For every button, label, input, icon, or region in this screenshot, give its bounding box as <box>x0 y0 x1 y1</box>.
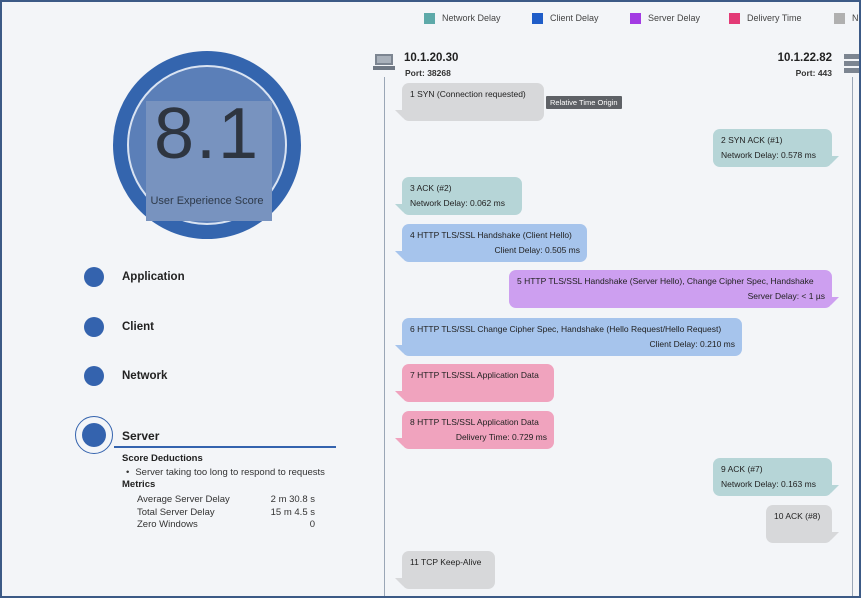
packet-message-8[interactable]: 8 HTTP TLS/SSL Application Data Delivery… <box>395 411 554 449</box>
packet-message-9[interactable]: 9 ACK (#7) Network Delay: 0.163 ms <box>713 458 839 496</box>
metric-row: Average Server Delay 2 m 30.8 s <box>122 494 342 507</box>
computer-icon <box>373 54 395 70</box>
metrics-list: Average Server Delay 2 m 30.8 s Total Se… <box>122 494 342 532</box>
message-title: 7 HTTP TLS/SSL Application Data <box>410 370 539 380</box>
legend-network-delay: Network Delay <box>424 11 501 25</box>
category-label: Application <box>122 271 185 283</box>
packet-message-5[interactable]: 5 HTTP TLS/SSL Handshake (Server Hello),… <box>509 270 839 308</box>
category-client[interactable]: Client <box>84 317 154 337</box>
legend-client-delay: Client Delay <box>532 11 599 25</box>
message-title: 4 HTTP TLS/SSL Handshake (Client Hello) <box>410 230 572 240</box>
packet-message-3[interactable]: 3 ACK (#2) Network Delay: 0.062 ms <box>395 177 522 215</box>
message-delay: Delivery Time: 0.729 ms <box>455 432 547 442</box>
deduction-item: Server taking too long to respond to req… <box>122 467 342 478</box>
legend-label: Network Delay <box>442 13 501 23</box>
status-dot-icon <box>84 317 104 337</box>
server-host-ip: 10.1.22.82 <box>777 52 832 64</box>
category-server-label[interactable]: Server <box>122 429 159 443</box>
status-dot-icon <box>84 267 104 287</box>
message-delay: Client Delay: 0.505 ms <box>494 245 580 255</box>
metric-value: 0 <box>309 519 315 530</box>
packet-message-1[interactable]: 1 SYN (Connection requested) <box>395 83 544 121</box>
metrics-heading: Metrics <box>122 479 156 490</box>
packet-message-7[interactable]: 7 HTTP TLS/SSL Application Data <box>395 364 554 402</box>
message-title: 10 ACK (#8) <box>774 511 821 521</box>
score-value: 8.1 <box>153 94 261 174</box>
legend-delivery-time: Delivery Time <box>729 11 802 25</box>
legend-swatch <box>729 12 740 24</box>
server-host-port: Port: 443 <box>795 68 832 78</box>
metric-row: Zero Windows 0 <box>122 519 342 532</box>
server-icon <box>844 54 859 73</box>
packet-message-10[interactable]: 10 ACK (#8) <box>766 505 839 543</box>
legend-label: Client Delay <box>550 13 599 23</box>
server-timeline <box>852 77 853 596</box>
message-title: 11 TCP Keep-Alive <box>410 557 482 567</box>
score-label: User Experience Score <box>150 195 264 207</box>
legend-label: N <box>852 13 859 23</box>
legend-swatch <box>424 12 435 24</box>
metric-name: Zero Windows <box>137 519 198 530</box>
message-delay: Network Delay: 0.578 ms <box>721 150 816 160</box>
category-label: Client <box>122 321 154 333</box>
client-host-ip: 10.1.20.30 <box>404 52 459 64</box>
category-application[interactable]: Application <box>84 267 185 287</box>
score-deductions-heading: Score Deductions <box>122 453 203 464</box>
metric-name: Average Server Delay <box>137 494 230 505</box>
message-title: 9 ACK (#7) <box>721 464 763 474</box>
packet-message-11[interactable]: 11 TCP Keep-Alive <box>395 551 495 589</box>
selected-underline <box>114 446 336 448</box>
message-delay: Network Delay: 0.062 ms <box>410 198 505 208</box>
legend-label: Server Delay <box>648 13 701 23</box>
app-frame: Network Delay Client Delay Server Delay … <box>0 0 861 598</box>
server-details-panel: Score Deductions Server taking too long … <box>122 452 342 532</box>
category-server-selected[interactable] <box>75 416 113 454</box>
client-timeline <box>384 77 385 596</box>
message-title: 6 HTTP TLS/SSL Change Cipher Spec, Hands… <box>410 324 722 334</box>
message-delay: Network Delay: 0.163 ms <box>721 479 816 489</box>
message-title: 1 SYN (Connection requested) <box>410 89 526 99</box>
packet-message-6[interactable]: 6 HTTP TLS/SSL Change Cipher Spec, Hands… <box>395 318 742 356</box>
message-title: 8 HTTP TLS/SSL Application Data <box>410 417 539 427</box>
legend-swatch <box>630 12 641 24</box>
metric-value: 15 m 4.5 s <box>270 506 315 518</box>
category-network[interactable]: Network <box>84 366 167 386</box>
message-title: 5 HTTP TLS/SSL Handshake (Server Hello),… <box>517 276 814 286</box>
metric-value: 2 m 30.8 s <box>270 494 315 505</box>
status-dot-icon <box>84 366 104 386</box>
message-title: 2 SYN ACK (#1) <box>721 135 783 145</box>
delay-legend: Network Delay Client Delay Server Delay … <box>420 11 859 27</box>
relative-time-origin-tag: Relative Time Origin <box>546 96 622 109</box>
user-experience-score-ring: 8.1 User Experience Score <box>113 51 301 239</box>
score-inner-circle: 8.1 User Experience Score <box>127 65 287 225</box>
message-title: 3 ACK (#2) <box>410 183 452 193</box>
metric-row: Total Server Delay 15 m 4.5 s <box>122 507 342 520</box>
client-host-port: Port: 38268 <box>405 68 451 78</box>
legend-swatch <box>532 12 543 24</box>
packet-message-2[interactable]: 2 SYN ACK (#1) Network Delay: 0.578 ms <box>713 129 839 167</box>
legend-truncated: N <box>834 11 859 25</box>
legend-label: Delivery Time <box>747 13 802 23</box>
status-dot-icon <box>82 423 106 447</box>
metric-name: Total Server Delay <box>137 506 215 518</box>
message-delay: Server Delay: < 1 µs <box>747 291 825 301</box>
message-delay: Client Delay: 0.210 ms <box>649 339 735 349</box>
legend-server-delay: Server Delay <box>630 11 700 25</box>
category-label: Network <box>122 370 168 382</box>
packet-message-4[interactable]: 4 HTTP TLS/SSL Handshake (Client Hello) … <box>395 224 587 262</box>
legend-swatch <box>834 12 845 24</box>
